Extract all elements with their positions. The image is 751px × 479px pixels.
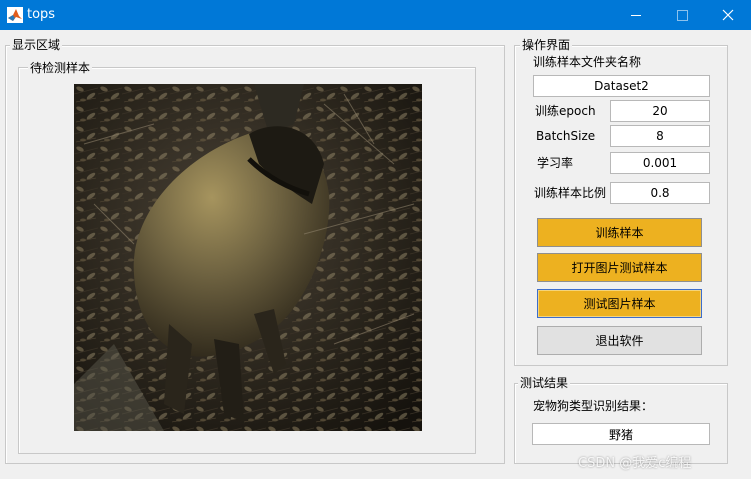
display-area-legend: 显示区域 (10, 38, 63, 52)
batch-size-input[interactable] (610, 125, 710, 147)
epoch-label: 训练epoch (535, 104, 596, 118)
result-output[interactable] (532, 423, 710, 445)
sample-image (74, 84, 422, 431)
close-button[interactable] (705, 0, 751, 30)
learning-rate-input[interactable] (610, 152, 710, 174)
window-title: tops (27, 7, 56, 22)
train-ratio-label: 训练样本比例 (534, 186, 607, 200)
open-image-button[interactable]: 打开图片测试样本 (537, 253, 702, 282)
result-label: 宠物狗类型识别结果： (533, 399, 654, 413)
result-panel-legend: 测试结果 (518, 376, 571, 390)
operation-panel-legend: 操作界面 (520, 38, 573, 52)
close-icon (722, 9, 734, 21)
sample-panel-legend: 待检测样本 (28, 61, 93, 75)
folder-name-input[interactable] (533, 75, 710, 97)
train-button[interactable]: 训练样本 (537, 218, 702, 247)
train-ratio-input[interactable] (610, 182, 710, 204)
title-bar: tops (0, 0, 751, 30)
maximize-button[interactable] (659, 0, 705, 30)
matlab-icon (7, 7, 23, 23)
minimize-button[interactable] (613, 0, 659, 30)
wild-boar-photo (74, 84, 422, 431)
test-image-button[interactable]: 测试图片样本 (537, 289, 702, 318)
folder-label: 训练样本文件夹名称 (533, 55, 642, 69)
exit-button[interactable]: 退出软件 (537, 326, 702, 355)
learning-rate-label: 学习率 (537, 156, 574, 170)
epoch-input[interactable] (610, 100, 710, 122)
batch-size-label: BatchSize (536, 129, 596, 143)
watermark: CSDN @我爱c编程 (578, 456, 692, 471)
